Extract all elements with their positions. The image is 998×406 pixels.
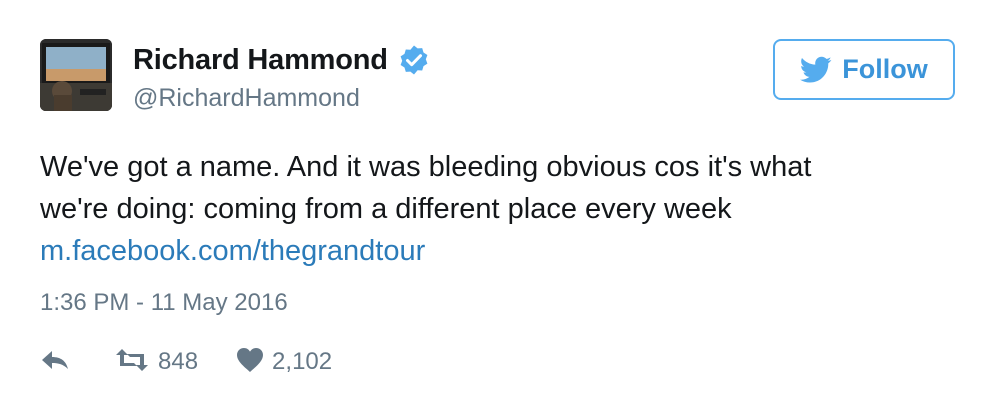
embedded-tweet: Richard Hammond @RichardHammond Follow W…: [0, 0, 998, 406]
reply-arrow-icon: [40, 348, 70, 377]
follow-button-label: Follow: [842, 54, 928, 84]
heart-icon: [236, 347, 264, 378]
tweet-text: We've got a name. And it was bleeding ob…: [40, 146, 940, 272]
retweet-count: 848: [158, 348, 199, 375]
avatar[interactable]: [40, 39, 112, 111]
like-count: 2,102: [272, 348, 333, 375]
like-button[interactable]: 2,102: [236, 347, 332, 378]
tweet-link[interactable]: m.facebook.com/thegrandtour: [40, 230, 940, 272]
retweet-button[interactable]: 848: [114, 348, 198, 377]
tweet-actions: 848 2,102: [40, 344, 332, 380]
author-name-row: Richard Hammond: [133, 42, 430, 78]
avatar-photo-icon: [40, 39, 112, 111]
retweet-icon: [114, 348, 150, 377]
follow-button[interactable]: Follow: [773, 39, 955, 100]
tweet-text-line-2: we're doing: coming from a different pla…: [40, 193, 732, 225]
author-handle[interactable]: @RichardHammond: [133, 84, 360, 113]
author-display-name[interactable]: Richard Hammond: [133, 44, 388, 77]
tweet-timestamp[interactable]: 1:36 PM - 11 May 2016: [40, 289, 288, 317]
verified-badge-icon: [398, 44, 430, 76]
reply-button[interactable]: [40, 348, 70, 377]
twitter-bird-icon: [800, 56, 832, 84]
tweet-text-line-1: We've got a name. And it was bleeding ob…: [40, 151, 812, 183]
